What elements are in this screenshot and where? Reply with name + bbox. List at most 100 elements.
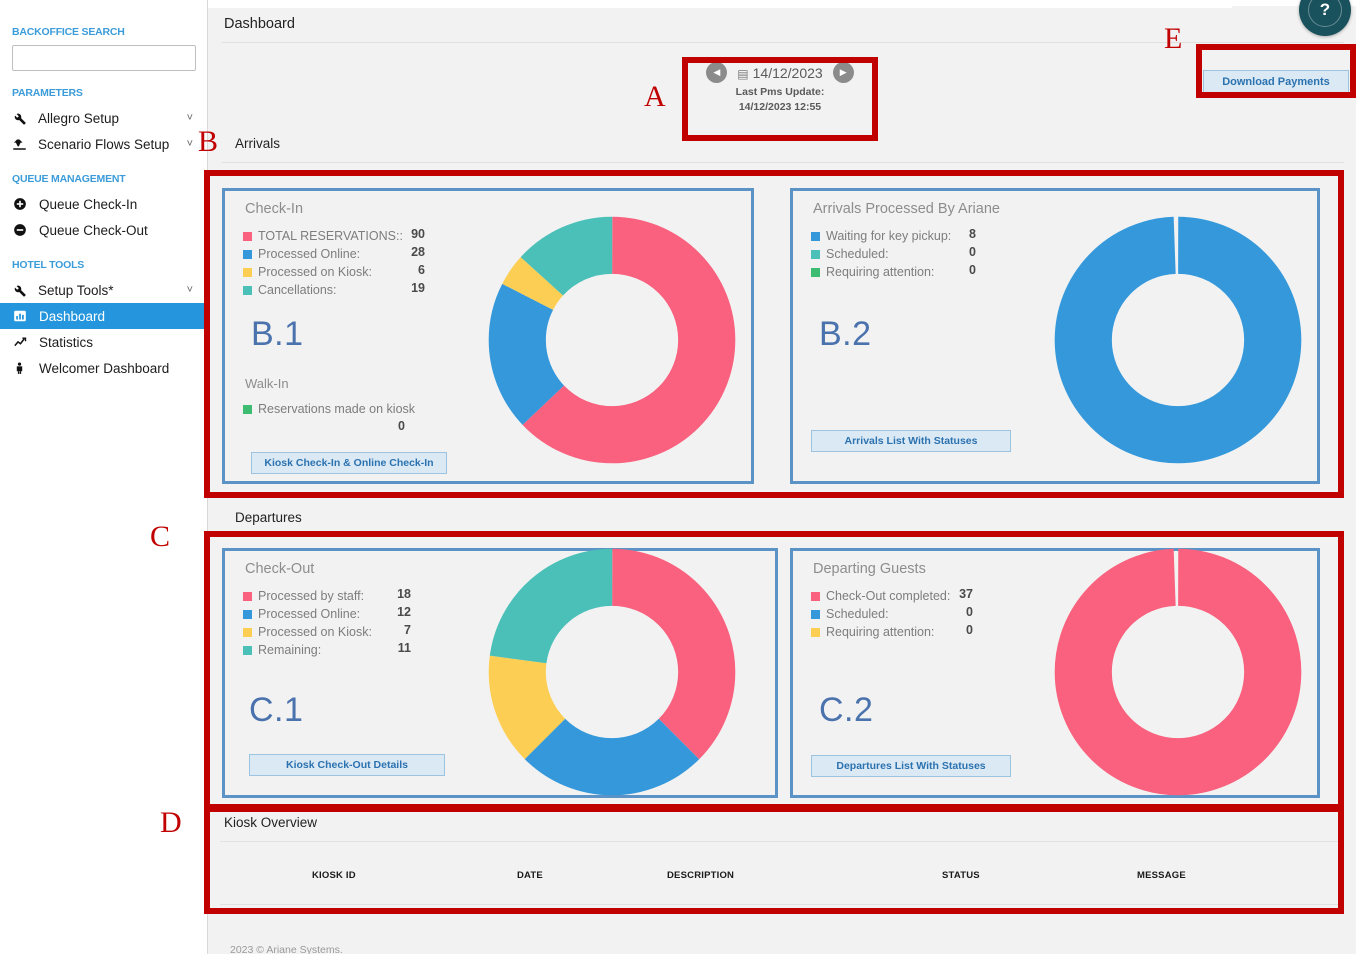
color-swatch [811, 627, 820, 637]
annotation-label-e: E [1164, 22, 1183, 55]
legend-item: Scheduled: [811, 605, 950, 623]
arrivals-ariane-legend: Waiting for key pickup: Scheduled: Requi… [811, 227, 951, 281]
annotation-label-a: A [644, 80, 666, 113]
legend-item: Requiring attention: [811, 263, 951, 281]
color-swatch [243, 609, 252, 619]
legend-label: Requiring attention: [826, 625, 935, 639]
sidebar-item-label: Dashboard [39, 308, 106, 324]
sidebar-group-title-queue-management: QUEUE MANAGEMENT [12, 173, 126, 185]
legend-label: Processed Online: [258, 607, 361, 621]
kiosk-online-checkin-button[interactable]: Kiosk Check-In & Online Check-In [251, 452, 447, 474]
color-swatch [243, 627, 252, 637]
legend-value: 0 [966, 623, 973, 637]
check-out-card: Check-Out Processed by staff: Processed … [222, 548, 778, 798]
trend-up-icon [13, 335, 39, 350]
legend-value: 12 [397, 605, 411, 619]
plus-circle-icon [13, 197, 39, 211]
color-swatch [811, 267, 820, 277]
legend-label: Processed Online: [258, 247, 361, 261]
color-swatch [243, 285, 252, 295]
departures-divider [222, 536, 1344, 537]
color-swatch [811, 609, 820, 619]
legend-value: 90 [411, 227, 425, 241]
column-header-message[interactable]: MESSAGE [1137, 870, 1186, 881]
legend-label: Processed by staff: [258, 589, 365, 603]
dashboard-page: BACKOFFICE SEARCH PARAMETERS Allegro Set… [0, 0, 1356, 954]
legend-label: Remaining: [258, 643, 322, 657]
departures-section-label: Departures [235, 510, 302, 525]
chevron-down-icon: ˅ [186, 137, 193, 150]
sidebar-item-label: Scenario Flows Setup [38, 136, 170, 152]
arrivals-list-statuses-button[interactable]: Arrivals List With Statuses [811, 430, 1011, 452]
legend-item: Scheduled: [811, 245, 951, 263]
sidebar-item-scenario-flows-setup[interactable]: Scenario Flows Setup ˅ [0, 131, 207, 157]
legend-label: Scheduled: [826, 607, 889, 621]
arrivals-divider [222, 162, 1344, 163]
sidebar-group-title-hotel-tools: HOTEL TOOLS [12, 259, 85, 271]
legend-item: TOTAL RESERVATIONS:: [243, 227, 403, 245]
kiosk-table-bottom-divider [220, 904, 1338, 905]
legend-label: TOTAL RESERVATIONS:: [258, 229, 403, 243]
departing-guests-legend: Check-Out completed: Scheduled: Requirin… [811, 587, 950, 641]
wrench-icon [12, 111, 38, 126]
departing-guests-card-title: Departing Guests [813, 561, 926, 577]
search-input[interactable] [12, 45, 196, 71]
legend-value: 37 [959, 587, 973, 601]
color-swatch [243, 404, 252, 414]
legend-value: 0 [969, 245, 976, 259]
color-swatch [243, 645, 252, 655]
color-swatch [243, 267, 252, 277]
sidebar-item-allegro-setup[interactable]: Allegro Setup ˅ [0, 105, 207, 131]
departures-list-statuses-button[interactable]: Departures List With Statuses [811, 755, 1011, 777]
legend-label: Cancellations: [258, 283, 337, 297]
legend-item: Processed Online: [243, 605, 372, 623]
legend-item: Check-Out completed: [811, 587, 950, 605]
walk-in-legend-item: Reservations made on kiosk [243, 400, 415, 418]
check-in-legend: TOTAL RESERVATIONS:: Processed Online: P… [243, 227, 403, 299]
column-header-date[interactable]: DATE [517, 870, 543, 881]
column-header-kiosk-id[interactable]: KIOSK ID [312, 870, 356, 881]
column-header-description[interactable]: DESCRIPTION [667, 870, 734, 881]
legend-item: Remaining: [243, 641, 372, 659]
kiosk-checkout-details-button[interactable]: Kiosk Check-Out Details [249, 754, 445, 776]
current-date: ▤ 14/12/2023 [737, 65, 822, 81]
next-day-button[interactable]: ▶ [832, 62, 854, 83]
download-payments-button[interactable]: Download Payments [1203, 70, 1349, 94]
chevron-down-icon: ˅ [186, 283, 193, 296]
column-header-status[interactable]: STATUS [942, 870, 980, 881]
sidebar-item-dashboard[interactable]: Dashboard [0, 303, 207, 329]
check-out-card-title: Check-Out [245, 561, 315, 577]
legend-value: 7 [404, 623, 411, 637]
footer-copyright: 2023 © Ariane Systems. [230, 944, 343, 954]
backoffice-search-group: BACKOFFICE SEARCH [0, 0, 207, 71]
annotation-letter-c2: C.2 [819, 691, 874, 729]
color-swatch [811, 591, 820, 601]
legend-value: 28 [411, 245, 425, 259]
sidebar-item-setup-tools[interactable]: Setup Tools* ˅ [0, 277, 207, 303]
backoffice-search-label: BACKOFFICE SEARCH [12, 26, 125, 38]
sidebar-item-queue-check-out[interactable]: Queue Check-Out [0, 217, 207, 243]
color-swatch [811, 231, 820, 241]
sidebar-group-title-parameters: PARAMETERS [12, 87, 83, 99]
departing-guests-card: Departing Guests Check-Out completed: Sc… [790, 548, 1320, 798]
annotation-letter-b2: B.2 [819, 315, 872, 353]
sidebar-item-queue-check-in[interactable]: Queue Check-In [0, 191, 207, 217]
minus-circle-icon [13, 223, 39, 237]
dashboard-icon [13, 309, 39, 323]
sidebar-item-label: Allegro Setup [38, 110, 120, 126]
legend-value: 8 [969, 227, 976, 241]
previous-day-button[interactable]: ◀ [706, 62, 728, 83]
legend-value: 18 [397, 587, 411, 601]
sidebar-item-welcomer-dashboard[interactable]: Welcomer Dashboard [0, 355, 207, 381]
check-in-card-title: Check-In [245, 201, 304, 217]
departing-guests-donut-chart [1054, 548, 1302, 796]
person-icon [13, 361, 39, 376]
sidebar-item-label: Welcomer Dashboard [39, 360, 170, 376]
legend-label: Reservations made on kiosk [258, 402, 416, 416]
sidebar-item-statistics[interactable]: Statistics [0, 329, 207, 355]
legend-label: Requiring attention: [826, 265, 935, 279]
sidebar-item-label: Queue Check-In [39, 196, 138, 212]
annotation-letter-c1: C.1 [249, 691, 304, 729]
check-in-donut-chart [488, 216, 736, 464]
annotation-label-c: C [150, 520, 171, 553]
